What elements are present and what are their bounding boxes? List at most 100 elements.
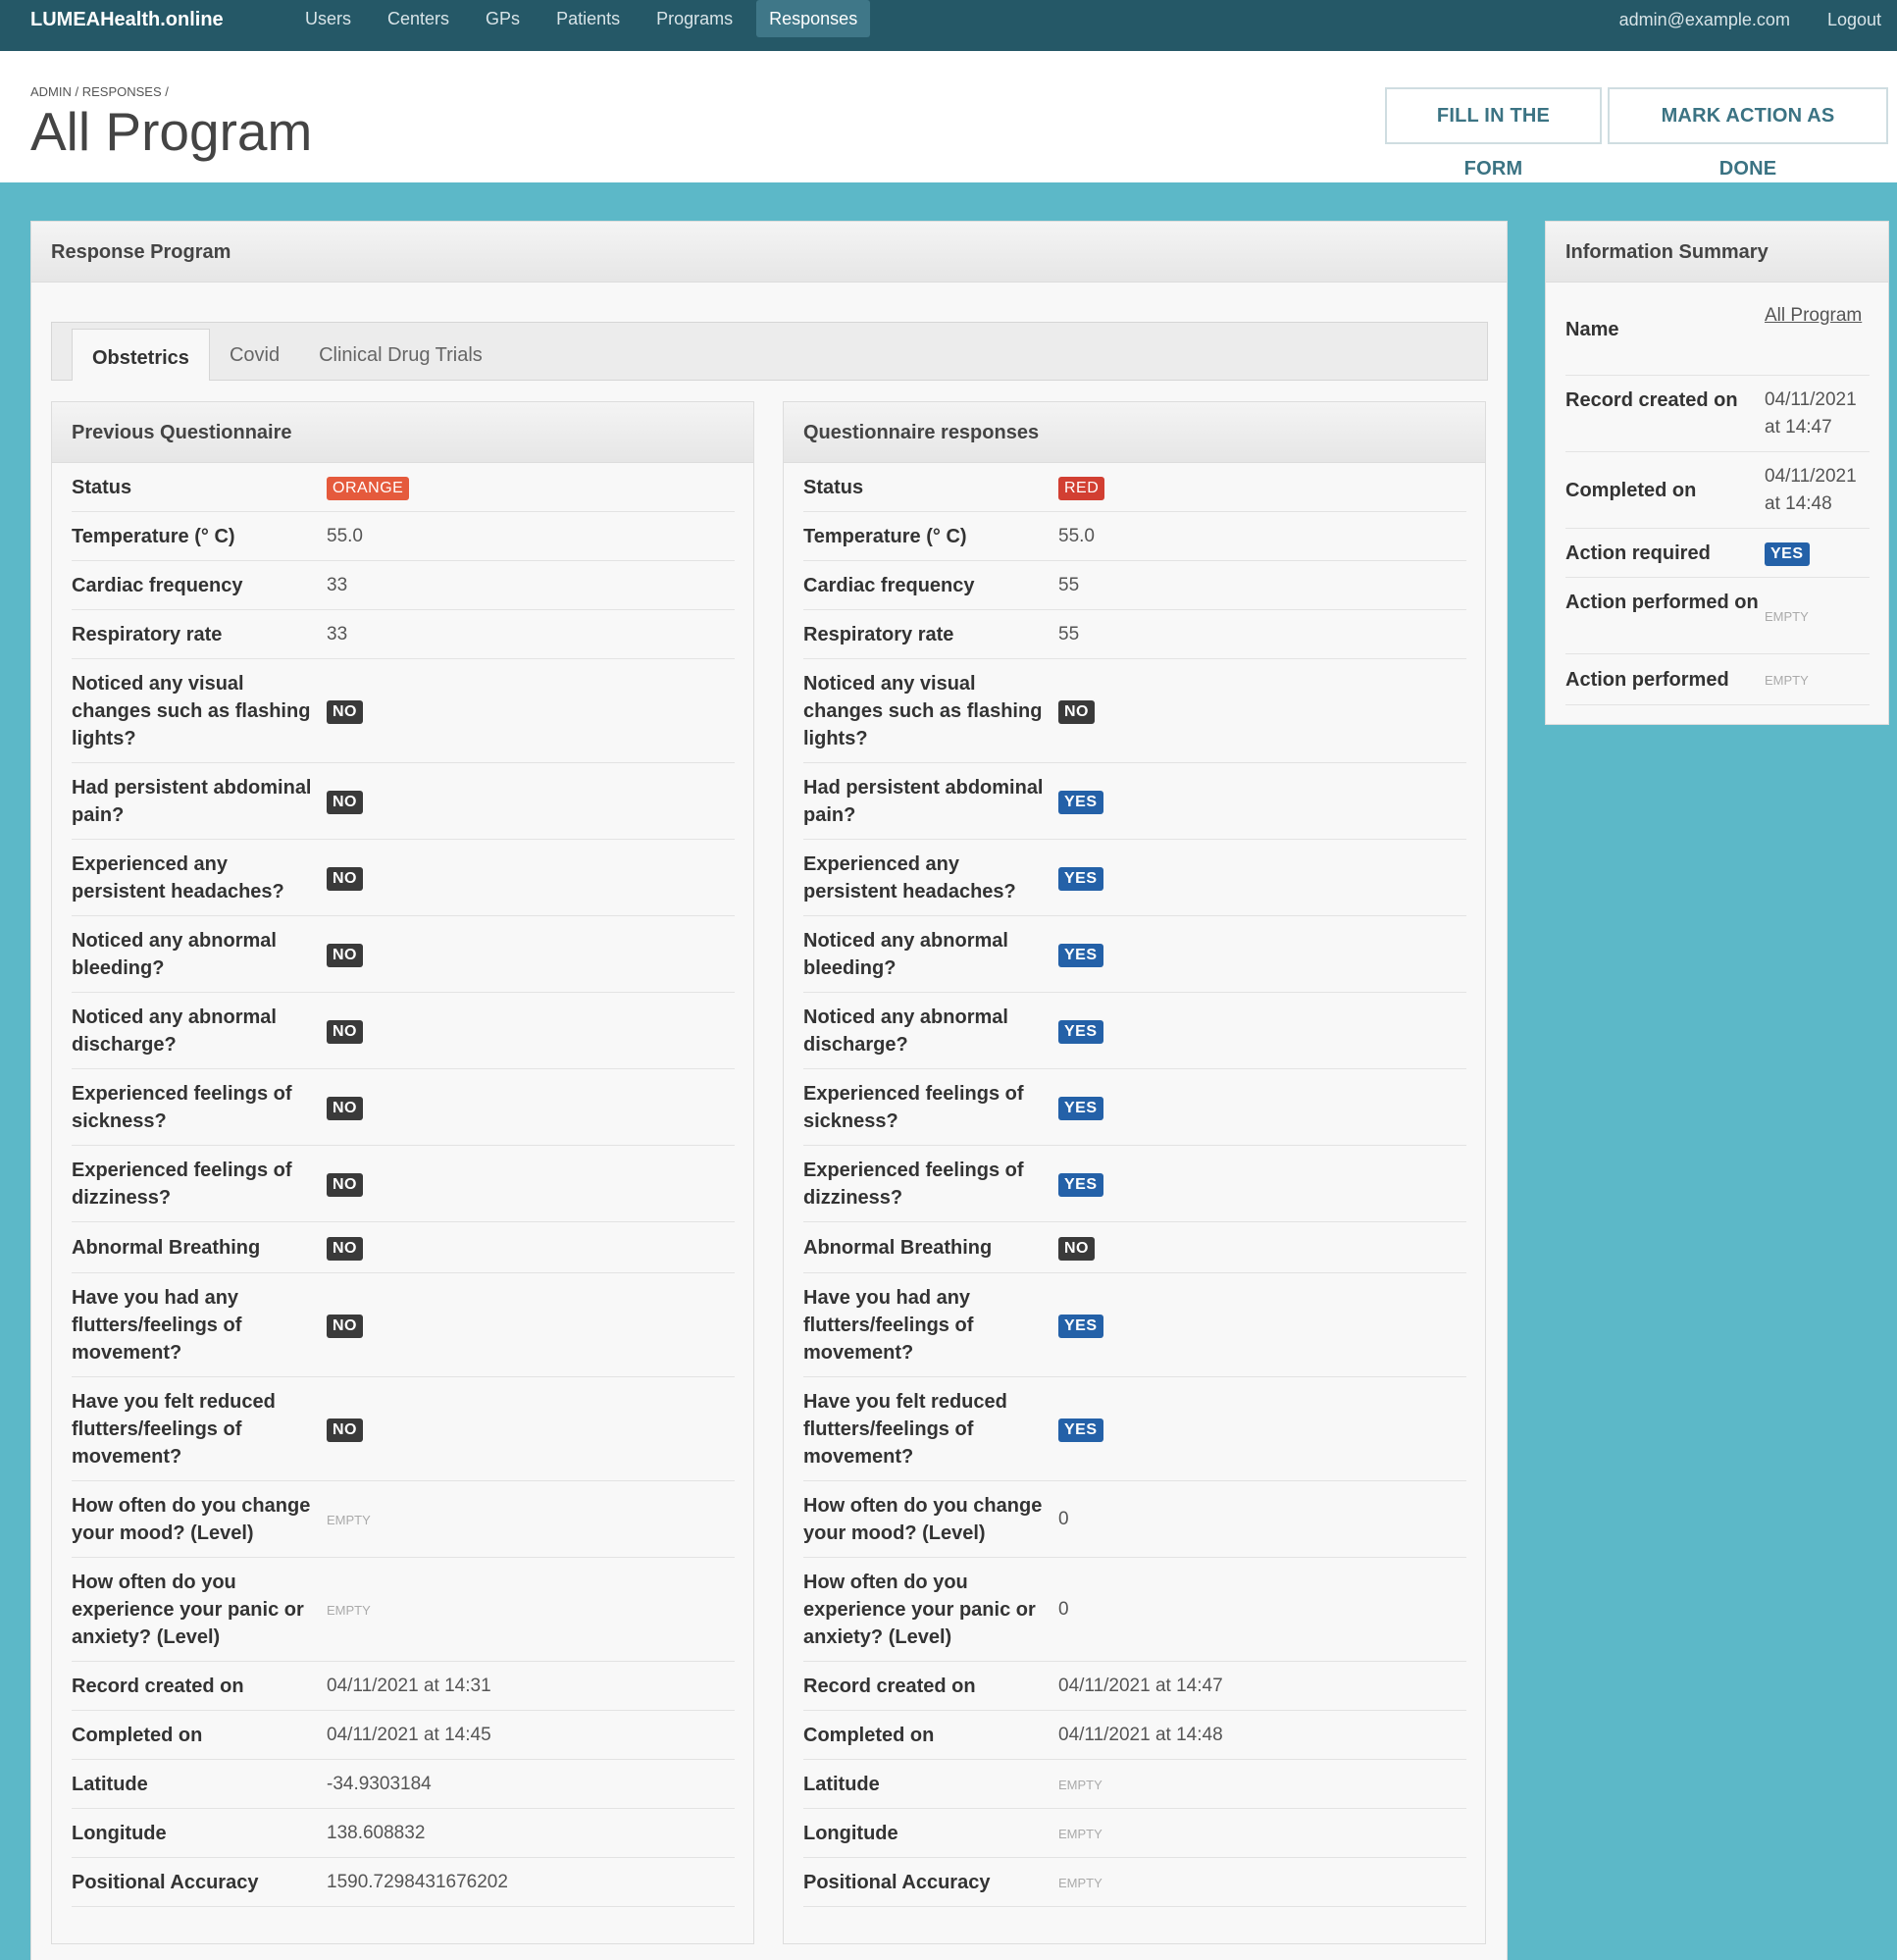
field-label: Temperature (° C) xyxy=(72,526,235,547)
fill-in-form-button[interactable]: FILL IN THE FORM xyxy=(1385,87,1602,180)
table-row: Latitude EMPTY xyxy=(803,1760,1466,1809)
field-value-cell: 55.0 xyxy=(1058,523,1095,550)
field-value-cell: 33 xyxy=(327,621,347,648)
status-badge: NO xyxy=(327,1097,363,1120)
status-badge: RED xyxy=(1058,477,1105,500)
field-value-cell: 04/11/2021 at 14:47 xyxy=(1058,1673,1223,1700)
field-value: 04/11/2021 at 14:48 xyxy=(1058,1725,1223,1745)
field-value-cell: YES xyxy=(1058,941,1103,968)
response-program-title: Response Program xyxy=(31,222,1507,283)
information-summary-title: Information Summary xyxy=(1546,222,1888,283)
field-value: 04/11/2021 at 14:48 xyxy=(1765,466,1857,514)
field-label: Abnormal Breathing xyxy=(803,1237,993,1259)
field-value: 1590.7298431676202 xyxy=(327,1872,508,1892)
field-label: Longitude xyxy=(803,1823,898,1844)
nav-link-responses[interactable]: Responses xyxy=(756,0,871,37)
status-badge: YES xyxy=(1058,1173,1103,1197)
table-row: Abnormal Breathing NO xyxy=(72,1222,735,1273)
field-label: Experienced feelings of sickness? xyxy=(72,1083,292,1132)
nav-link-users[interactable]: Users xyxy=(292,0,364,37)
logout-link[interactable]: Logout xyxy=(1827,0,1881,39)
nav-link-centers[interactable]: Centers xyxy=(375,0,462,37)
table-row: Longitude EMPTY xyxy=(803,1809,1466,1858)
field-label: Had persistent abdominal pain? xyxy=(803,777,1044,826)
tab-covid[interactable]: Covid xyxy=(210,323,299,380)
tab-clinical-drug-trials[interactable]: Clinical Drug Trials xyxy=(299,323,502,380)
nav-link-patients[interactable]: Patients xyxy=(543,0,633,37)
information-summary-rows: Name All Program Record created on 04/11/20… xyxy=(1565,283,1870,705)
field-value: 04/11/2021 at 14:31 xyxy=(327,1676,491,1696)
questionnaire-responses-rows: Status RED Temperature (° C) 55.0 Cardiac fr… xyxy=(803,463,1466,1907)
breadcrumb[interactable]: ADMIN / RESPONSES / xyxy=(30,84,169,99)
program-tabs: Obstetrics Covid Clinical Drug Trials xyxy=(51,322,1488,381)
table-row: Noticed any visual changes such as flash… xyxy=(803,659,1466,763)
field-label: Noticed any abnormal bleeding? xyxy=(803,930,1008,979)
field-value: 33 xyxy=(327,624,348,645)
nav-links: Users Centers GPs Patients Programs Resp… xyxy=(292,0,881,39)
summary-label: Name xyxy=(1565,319,1619,340)
field-value-cell: RED xyxy=(1058,474,1105,501)
field-label: Longitude xyxy=(72,1823,167,1844)
table-row: Temperature (° C) 55.0 xyxy=(72,512,735,561)
field-value-cell: YES xyxy=(1058,1094,1103,1121)
nav-link-programs[interactable]: Programs xyxy=(643,0,745,37)
field-label: Temperature (° C) xyxy=(803,526,967,547)
field-label: Have you had any flutters/feelings of mo… xyxy=(803,1287,974,1364)
empty-value: EMPTY xyxy=(1058,1876,1102,1890)
table-row: Status ORANGE xyxy=(72,463,735,512)
brand-logo[interactable]: LUMEAHealth.online xyxy=(30,0,224,39)
field-value: 138.608832 xyxy=(327,1823,426,1843)
field-label: How often do you experience your panic o… xyxy=(803,1572,1036,1648)
field-label: Latitude xyxy=(72,1774,148,1795)
status-badge: YES xyxy=(1058,1020,1103,1044)
table-row: Record created on 04/11/2021 at 14:47 xyxy=(803,1662,1466,1711)
field-label: Have you felt reduced flutters/feelings … xyxy=(803,1391,1007,1468)
summary-row: Completed on 04/11/2021 at 14:48 xyxy=(1565,452,1870,529)
field-label: Positional Accuracy xyxy=(72,1872,259,1893)
field-label: Record created on xyxy=(803,1676,976,1697)
user-email-link[interactable]: admin@example.com xyxy=(1619,0,1790,39)
table-row: Had persistent abdominal pain? YES xyxy=(803,763,1466,840)
status-badge: NO xyxy=(327,700,363,724)
field-label: Noticed any abnormal bleeding? xyxy=(72,930,277,979)
field-value: -34.9303184 xyxy=(327,1774,432,1794)
field-value: 04/11/2021 at 14:47 xyxy=(1765,389,1857,438)
table-row: Cardiac frequency 33 xyxy=(72,561,735,610)
tab-obstetrics[interactable]: Obstetrics xyxy=(72,329,210,381)
summary-label: Action performed on xyxy=(1565,592,1759,613)
table-row: Experienced feelings of dizziness? NO xyxy=(72,1146,735,1222)
field-value-cell: NO xyxy=(327,1234,363,1262)
status-badge: YES xyxy=(1058,867,1103,891)
mark-action-done-button[interactable]: MARK ACTION AS DONE xyxy=(1608,87,1888,180)
summary-row: Name All Program xyxy=(1565,283,1870,376)
field-value-cell: NO xyxy=(327,864,363,892)
field-label: How often do you experience your panic o… xyxy=(72,1572,304,1648)
field-value-cell: 33 xyxy=(327,572,347,599)
program-name-link[interactable]: All Program xyxy=(1765,305,1862,326)
table-row: Abnormal Breathing NO xyxy=(803,1222,1466,1273)
nav-user-area: admin@example.com Logout xyxy=(1582,0,1881,39)
field-value-cell: NO xyxy=(327,788,363,815)
field-label: Cardiac frequency xyxy=(72,575,243,596)
field-value: 0 xyxy=(1058,1599,1069,1620)
field-label: Cardiac frequency xyxy=(803,575,975,596)
field-label: Record created on xyxy=(72,1676,244,1697)
field-label: Had persistent abdominal pain? xyxy=(72,777,312,826)
table-row: Noticed any abnormal bleeding? YES xyxy=(803,916,1466,993)
nav-link-gps[interactable]: GPs xyxy=(473,0,533,37)
field-label: Latitude xyxy=(803,1774,880,1795)
empty-value: EMPTY xyxy=(1765,673,1809,688)
field-value-cell: YES xyxy=(1058,788,1103,815)
table-row: Have you had any flutters/feelings of mo… xyxy=(803,1273,1466,1377)
field-value-cell: YES xyxy=(1058,1312,1103,1339)
table-row: Noticed any abnormal discharge? YES xyxy=(803,993,1466,1069)
field-label: How often do you change your mood? (Leve… xyxy=(72,1495,311,1544)
status-badge: NO xyxy=(327,1173,363,1197)
table-row: Completed on 04/11/2021 at 14:48 xyxy=(803,1711,1466,1760)
empty-value: EMPTY xyxy=(327,1513,371,1527)
table-row: How often do you experience your panic o… xyxy=(803,1558,1466,1662)
status-badge: YES xyxy=(1765,542,1810,566)
field-value-cell: EMPTY xyxy=(1058,1869,1102,1897)
table-row: Record created on 04/11/2021 at 14:31 xyxy=(72,1662,735,1711)
summary-value-cell: YES xyxy=(1765,540,1872,567)
